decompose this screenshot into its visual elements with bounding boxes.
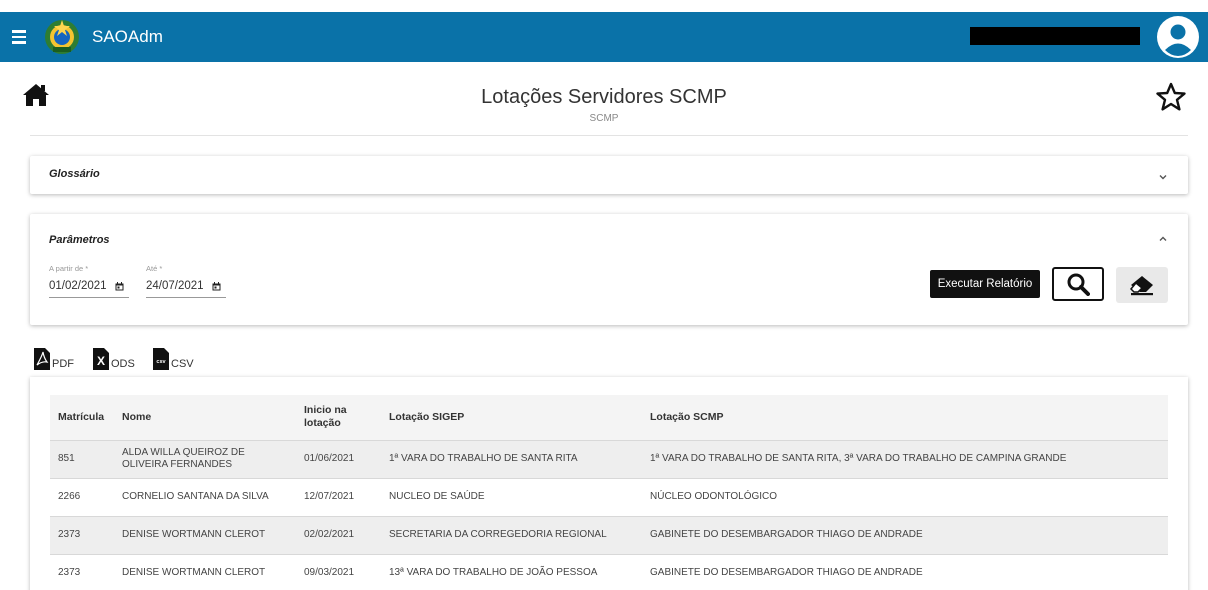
cell-nome: DENISE WORTMANN CLEROT xyxy=(114,515,296,554)
export-csv-link[interactable]: csv CSV xyxy=(153,346,194,370)
pdf-file-icon xyxy=(34,348,50,370)
page-title: Lotações Servidores SCMP xyxy=(481,86,727,108)
calendar-icon[interactable] xyxy=(115,281,124,291)
table-row[interactable]: 2266 CORNELIO SANTANA DA SILVA 12/07/202… xyxy=(50,477,1168,516)
user-avatar-icon[interactable] xyxy=(1156,15,1200,59)
top-app-bar: SAOAdm xyxy=(0,12,1208,62)
from-date-underline xyxy=(49,297,129,298)
cell-inicio: 12/07/2021 xyxy=(296,477,381,516)
parameters-panel: Parâmetros A partir de * 01/02/2021 Até … xyxy=(30,214,1188,325)
clear-button[interactable] xyxy=(1116,267,1168,303)
svg-text:csv: csv xyxy=(156,359,166,365)
cell-nome-line2: OLIVEIRA FERNANDES xyxy=(122,459,233,470)
cell-matricula: 2373 xyxy=(50,553,114,590)
cell-nome-line1: ALDA WILLA QUEIROZ DE xyxy=(122,446,245,458)
table-row[interactable]: 851 ALDA WILLA QUEIROZ DE OLIVEIRA FERNAN… xyxy=(50,439,1168,478)
cell-lotacao-scmp: NÚCLEO ODONTOLÓGICO xyxy=(642,477,1168,516)
cell-lotacao-scmp: GABINETE DO DESEMBARGADOR THIAGO DE ANDR… xyxy=(642,553,1168,590)
from-date-input[interactable]: 01/02/2021 xyxy=(49,280,124,292)
to-date-underline xyxy=(146,297,226,298)
table-header-row: Matrícula Nome Inicio na lotação Lotação … xyxy=(50,395,1168,440)
cell-lotacao-scmp: 1ª VARA DO TRABALHO DE SANTA RITA, 3ª VA… xyxy=(642,439,1168,478)
chevron-up-icon[interactable] xyxy=(1158,234,1168,244)
table-row[interactable]: 2373 DENISE WORTMANN CLEROT 09/03/2021 1… xyxy=(50,553,1168,590)
cell-matricula: 2373 xyxy=(50,515,114,554)
hamburger-menu-icon[interactable] xyxy=(10,26,32,48)
col-header-inicio-line1: Inicio na xyxy=(304,404,347,417)
cell-inicio: 02/02/2021 xyxy=(296,515,381,554)
redacted-user-name xyxy=(970,27,1140,45)
cell-nome: ALDA WILLA QUEIROZ DE OLIVEIRA FERNANDES xyxy=(114,439,296,478)
export-pdf-link[interactable]: PDF xyxy=(34,346,74,370)
to-date-input[interactable]: 24/07/2021 xyxy=(146,280,221,292)
brasao-logo xyxy=(45,20,79,54)
cell-nome: DENISE WORTMANN CLEROT xyxy=(114,553,296,590)
results-table: Matrícula Nome Inicio na lotação Lotação … xyxy=(50,395,1168,590)
page-subtitle: SCMP xyxy=(589,113,619,124)
to-date-label: Até * xyxy=(146,264,163,273)
col-header-inicio-line2: lotação xyxy=(304,417,341,430)
cell-inicio: 01/06/2021 xyxy=(296,439,381,478)
from-date-label: A partir de * xyxy=(49,264,89,273)
col-header-lotacao-sigep[interactable]: Lotação SIGEP xyxy=(381,395,642,440)
cell-lotacao-sigep: NUCLEO DE SAÚDE xyxy=(381,477,642,516)
search-button[interactable] xyxy=(1052,267,1104,301)
cell-lotacao-sigep: 1ª VARA DO TRABALHO DE SANTA RITA xyxy=(381,439,642,478)
csv-file-icon: csv xyxy=(153,348,169,370)
results-card: Matrícula Nome Inicio na lotação Lotação … xyxy=(30,377,1188,590)
col-header-lotacao-scmp[interactable]: Lotação SCMP xyxy=(642,395,1168,440)
svg-text:X: X xyxy=(97,354,105,368)
run-report-button[interactable]: Executar Relatório xyxy=(930,270,1040,298)
search-icon xyxy=(1067,273,1090,296)
spreadsheet-file-icon: X xyxy=(93,348,109,370)
export-pdf-label: PDF xyxy=(52,358,74,370)
export-ods-label: ODS xyxy=(111,358,135,370)
favorite-star-icon[interactable] xyxy=(1156,82,1186,112)
chevron-down-icon[interactable] xyxy=(1158,172,1168,182)
header-divider xyxy=(30,135,1188,136)
app-title[interactable]: SAOAdm xyxy=(92,27,163,47)
to-date-value: 24/07/2021 xyxy=(146,280,204,292)
export-ods-link[interactable]: X ODS xyxy=(93,346,135,370)
cell-matricula: 2266 xyxy=(50,477,114,516)
col-header-inicio[interactable]: Inicio na lotação xyxy=(296,395,381,440)
parameters-title: Parâmetros xyxy=(49,234,110,246)
cell-lotacao-sigep: SECRETARIA DA CORREGEDORIA REGIONAL xyxy=(381,515,642,554)
from-date-value: 01/02/2021 xyxy=(49,280,107,292)
eraser-icon xyxy=(1129,276,1153,296)
col-header-nome[interactable]: Nome xyxy=(114,395,296,440)
export-csv-label: CSV xyxy=(171,358,194,370)
cell-inicio: 09/03/2021 xyxy=(296,553,381,590)
cell-lotacao-scmp: GABINETE DO DESEMBARGADOR THIAGO DE ANDR… xyxy=(642,515,1168,554)
glossary-panel[interactable]: Glossário xyxy=(30,156,1188,194)
calendar-icon[interactable] xyxy=(212,281,221,291)
page: SAOAdm Lotações Servidores SCMP SCMP Glo… xyxy=(0,0,1208,590)
cell-nome: CORNELIO SANTANA DA SILVA xyxy=(114,477,296,516)
table-row[interactable]: 2373 DENISE WORTMANN CLEROT 02/02/2021 S… xyxy=(50,515,1168,554)
col-header-matricula[interactable]: Matrícula xyxy=(50,395,114,440)
glossary-title: Glossário xyxy=(49,168,100,180)
cell-lotacao-sigep: 13ª VARA DO TRABALHO DE JOÃO PESSOA xyxy=(381,553,642,590)
cell-matricula: 851 xyxy=(50,439,114,478)
